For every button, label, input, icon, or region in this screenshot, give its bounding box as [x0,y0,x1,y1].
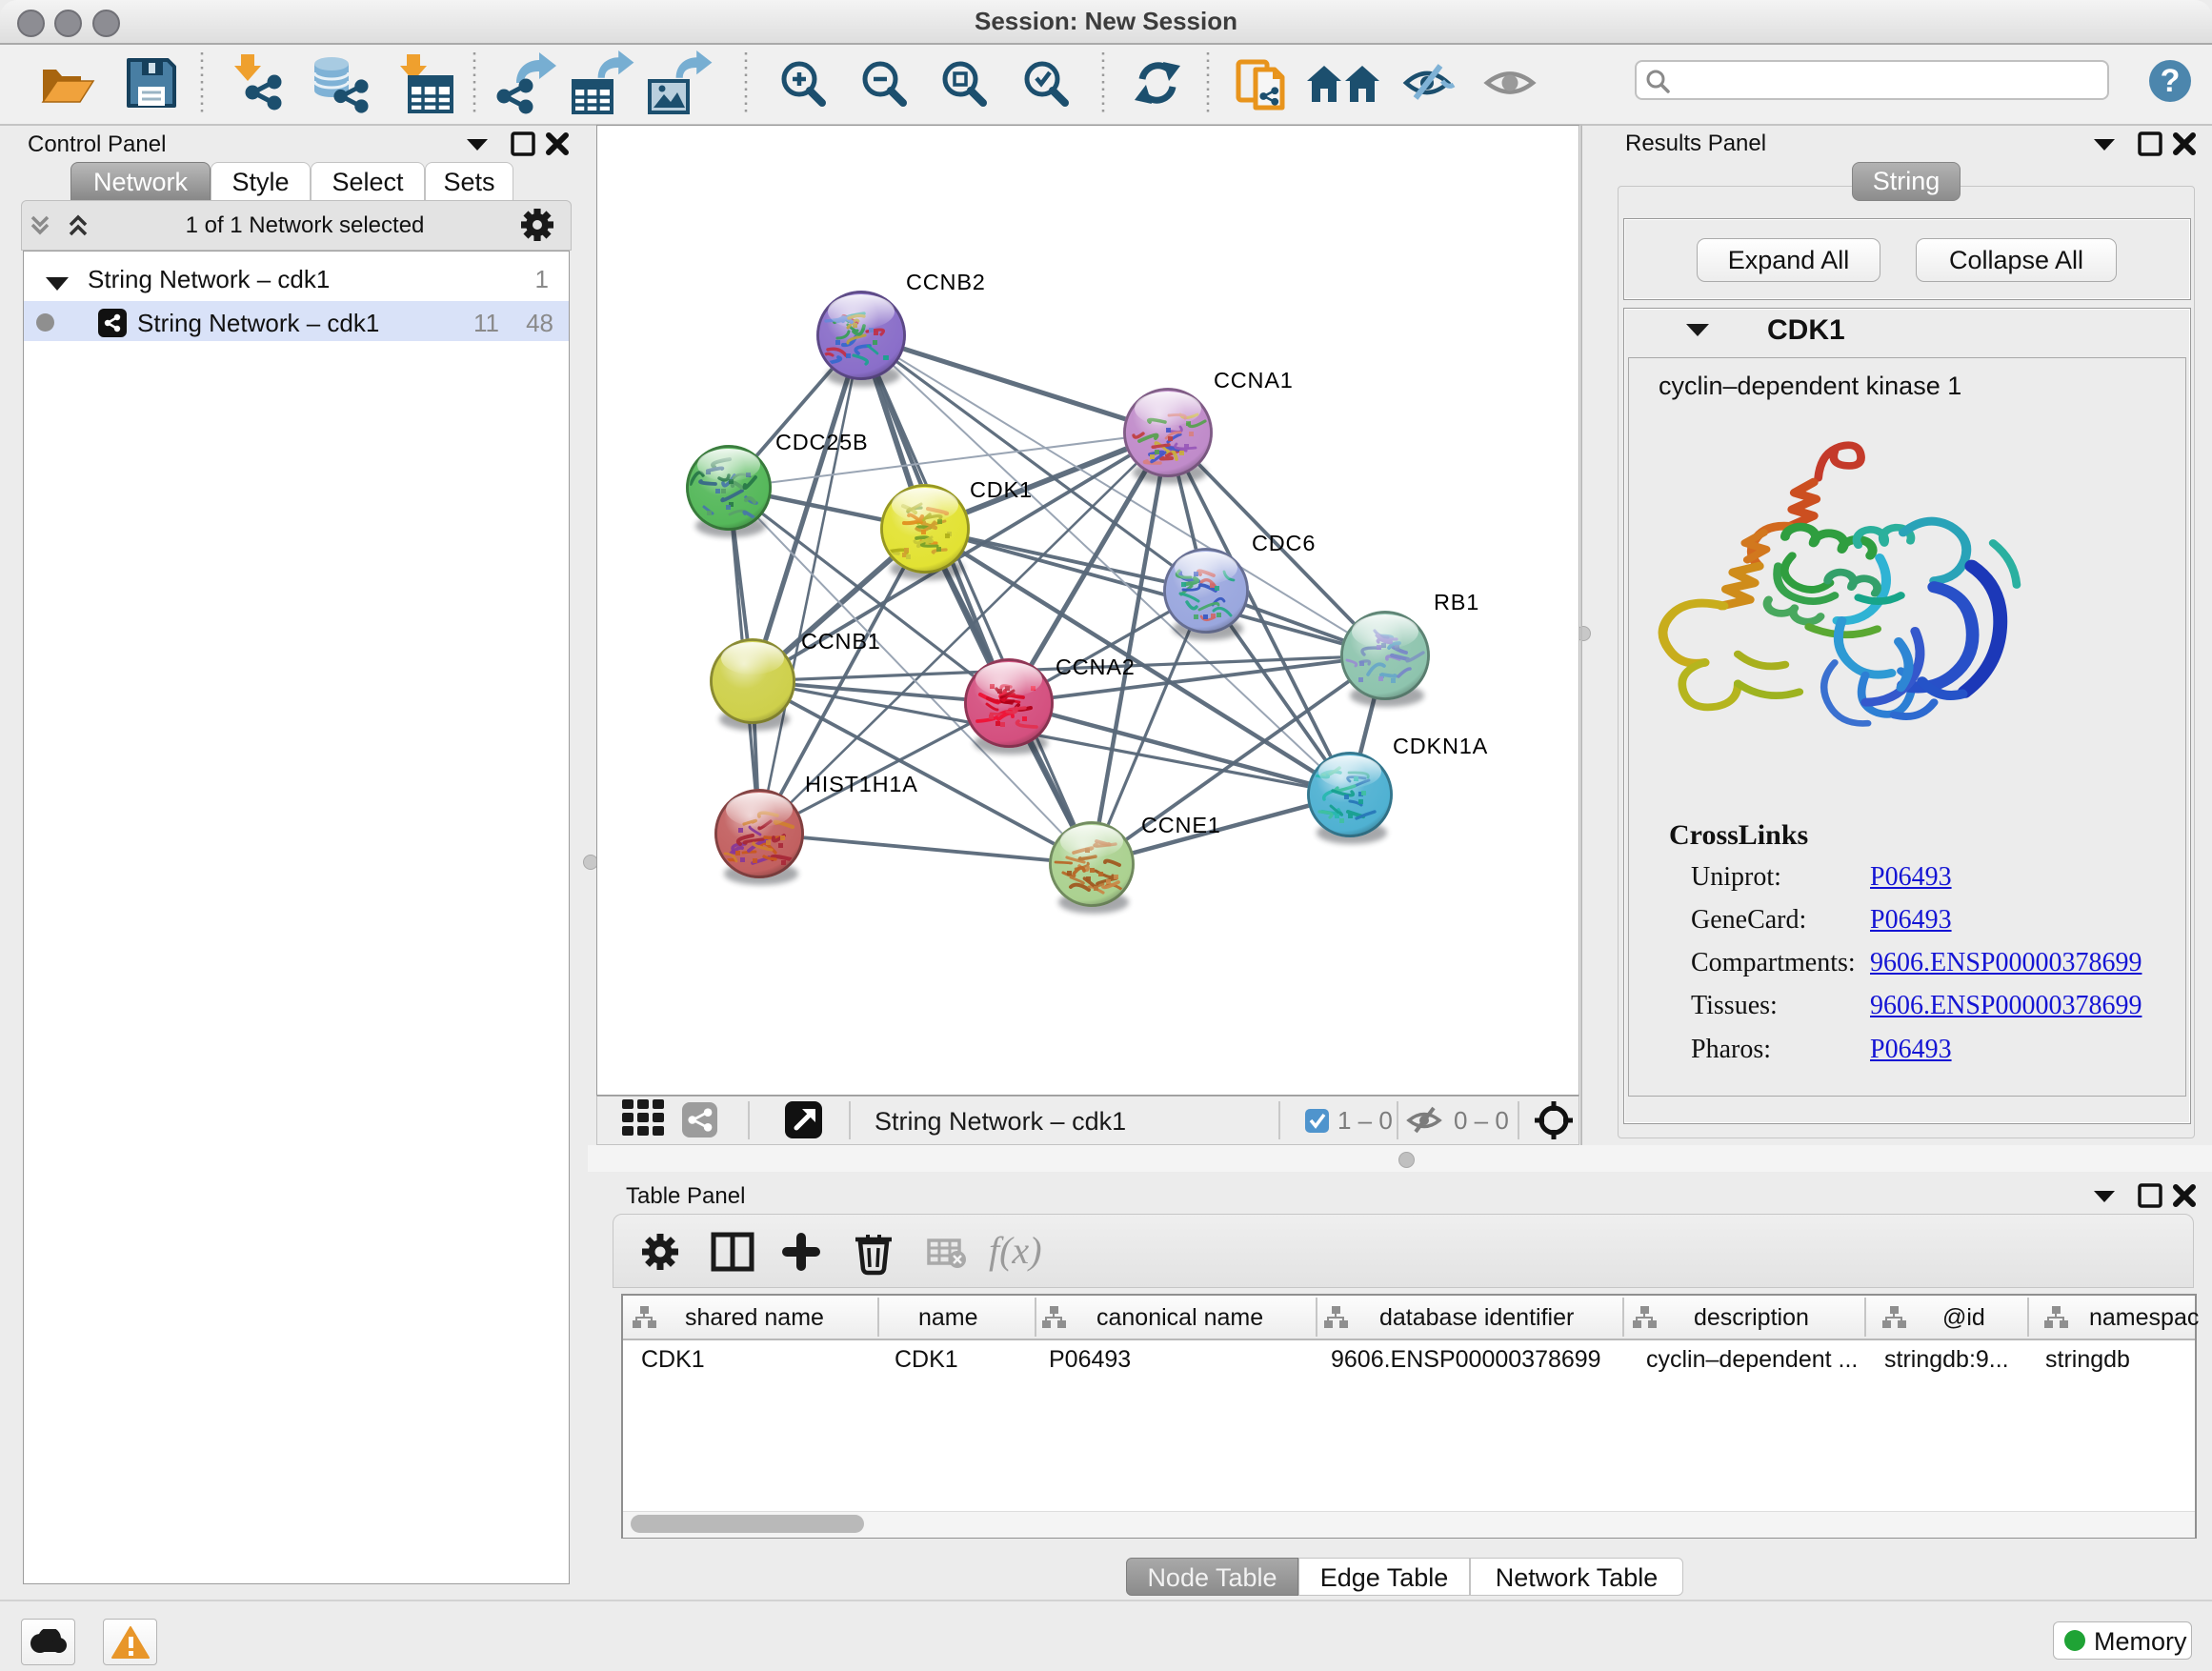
svg-text:CCNB1: CCNB1 [801,629,881,654]
svg-text:CDK1: CDK1 [970,477,1033,502]
svg-text:CCNA2: CCNA2 [1056,654,1136,679]
svg-text:0 – 0: 0 – 0 [1454,1106,1509,1135]
svg-text:CDC25B: CDC25B [775,430,869,454]
svg-text:CDC6: CDC6 [1252,531,1316,555]
svg-text:CCNE1: CCNE1 [1141,813,1221,837]
svg-text:1 – 0: 1 – 0 [1337,1106,1393,1135]
svg-text:CDKN1A: CDKN1A [1393,734,1488,758]
svg-text:f(x): f(x) [989,1229,1042,1272]
svg-text:CCNB2: CCNB2 [906,270,986,294]
svg-text:HIST1H1A: HIST1H1A [805,772,918,796]
svg-text:CCNA1: CCNA1 [1214,368,1294,393]
svg-text:String Network – cdk1: String Network – cdk1 [875,1107,1126,1136]
svg-text:RB1: RB1 [1434,590,1479,614]
